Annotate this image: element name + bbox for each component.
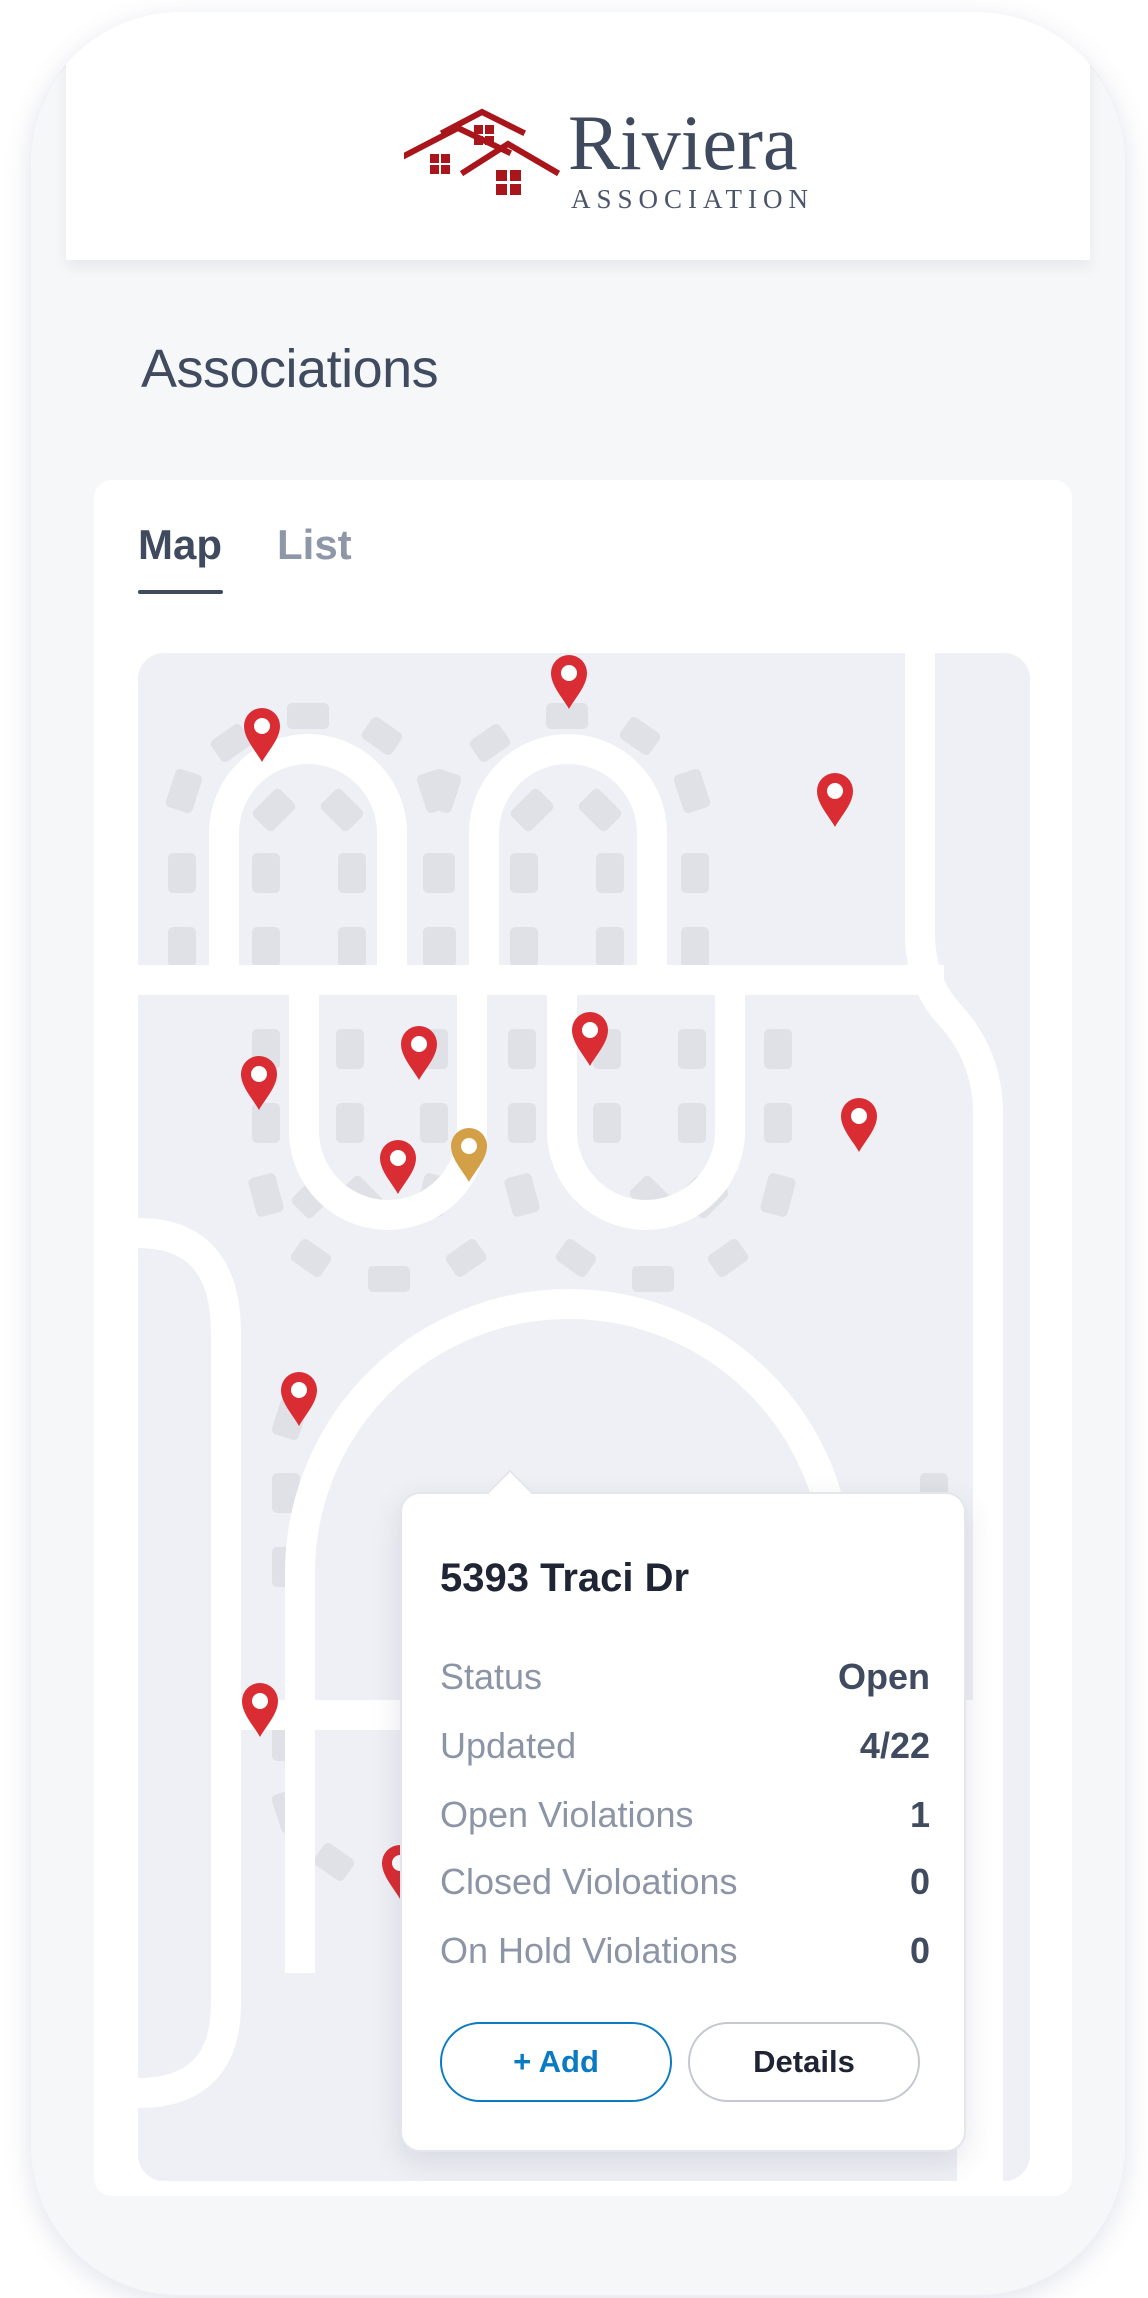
app-header: Riviera ASSOCIATION (66, 12, 1090, 260)
map-marker-icon (401, 1026, 437, 1080)
tab-list[interactable]: List (277, 524, 352, 566)
details-button[interactable]: Details (688, 2022, 920, 2102)
popup-row-value: Open (837, 1656, 930, 1697)
popup-row-label: Updated (440, 1725, 577, 1766)
logo-subtitle: ASSOCIATION (571, 184, 815, 214)
map-marker-icon (242, 1683, 278, 1737)
map-marker-icon (281, 1372, 317, 1426)
popup-row-label: Open Violations (440, 1794, 694, 1835)
map-marker-icon (841, 1098, 877, 1152)
popup-row: Status Open (440, 1656, 930, 1702)
popup-address: 5393 Traci Dr (440, 1556, 690, 1600)
popup-row-value: 0 (909, 1930, 930, 1971)
map-pin[interactable] (549, 654, 589, 710)
map-marker-icon (572, 1012, 608, 1066)
tab-map[interactable]: Map (138, 524, 222, 566)
popup-row-label: Status (440, 1656, 543, 1697)
popup-row: Closed Violoations 0 (440, 1861, 930, 1907)
popup-row-value: 4/22 (859, 1725, 930, 1766)
property-popup: 5393 Traci Dr Status Open Updated 4/22 Open V… (400, 1469, 966, 2152)
map-marker-icon (817, 773, 853, 827)
add-button[interactable]: + Add (440, 2022, 672, 2102)
popup-row: On Hold Violations 0 (440, 1930, 930, 1976)
map-pin[interactable] (399, 1025, 439, 1081)
map-pin[interactable] (240, 1682, 280, 1738)
map-pin[interactable] (839, 1097, 879, 1153)
popup-row-label: Closed Violoations (440, 1861, 738, 1902)
association-map[interactable]: 5393 Traci Dr Status Open Updated 4/22 Open V… (138, 653, 1030, 2181)
riviera-logo[interactable]: Riviera ASSOCIATION (404, 104, 824, 226)
active-tab-indicator (138, 590, 223, 594)
map-pin[interactable] (815, 772, 855, 828)
map-marker-icon (551, 655, 587, 709)
popup-row-value: 0 (909, 1861, 930, 1902)
map-marker-icon (244, 708, 280, 762)
popup-row: Open Violations 1 (440, 1794, 930, 1840)
map-marker-icon (241, 1056, 277, 1110)
logo-name: Riviera (568, 99, 798, 186)
map-marker-icon (451, 1128, 487, 1182)
popup-row-label: On Hold Violations (440, 1930, 738, 1971)
houses-logo-icon (404, 108, 561, 195)
map-pin[interactable] (378, 1139, 418, 1195)
page-title: Associations (141, 339, 439, 399)
map-pin[interactable] (279, 1371, 319, 1427)
associations-card: Map List 5393 Traci Dr Status Open Updat… (94, 480, 1072, 2196)
phone-frame: Riviera ASSOCIATION Associations Map Lis… (30, 12, 1126, 2296)
map-marker-icon (380, 1140, 416, 1194)
map-pin[interactable] (242, 707, 282, 763)
map-pin-selected[interactable] (449, 1127, 489, 1183)
popup-row: Updated 4/22 (440, 1725, 930, 1771)
popup-row-value: 1 (909, 1794, 930, 1835)
map-pin[interactable] (239, 1055, 279, 1111)
map-pin[interactable] (570, 1011, 610, 1067)
